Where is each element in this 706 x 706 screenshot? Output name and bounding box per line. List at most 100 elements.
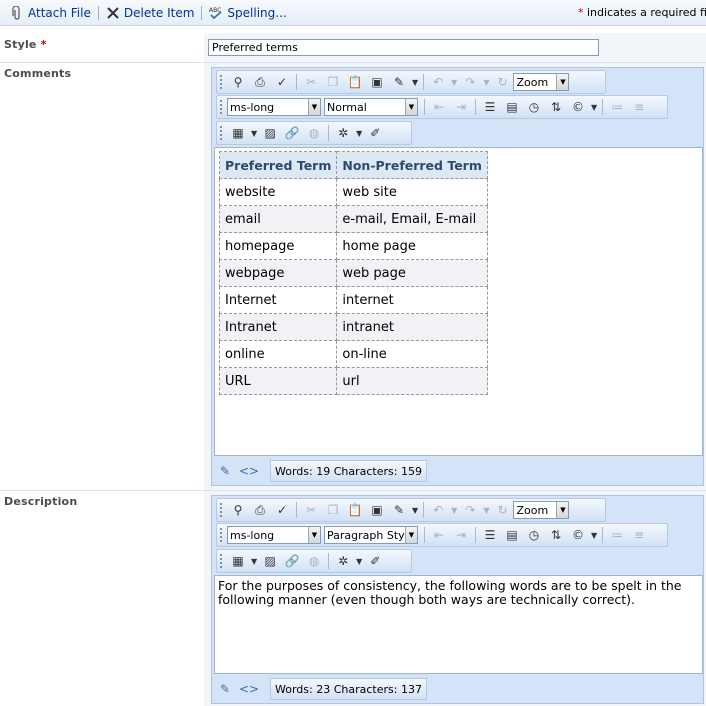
block-style-select[interactable]: Paragraph Style ▼ [324,526,418,544]
table-cell[interactable]: on-line [336,340,489,368]
print-icon[interactable]: ⎙ [250,73,270,91]
list-icon[interactable]: ☰ [480,98,500,116]
table-header-cell[interactable]: Preferred Term [218,151,338,179]
terms-table[interactable]: Preferred Term Non-Preferred Term websit… [218,151,489,395]
format-painter-icon[interactable]: ✎ [389,73,409,91]
redo-icon[interactable]: ↷ [460,73,480,91]
chevron-down-icon[interactable]: ▼ [356,557,362,566]
pencil-icon[interactable]: ✎ [216,680,234,698]
table-header-cell[interactable]: Non-Preferred Term [336,151,489,179]
paste-special-icon[interactable]: ▣ [367,501,387,519]
chevron-down-icon[interactable]: ▼ [251,557,257,566]
table-cell[interactable]: web site [336,178,489,206]
chevron-down-icon[interactable]: ▼ [451,78,457,87]
font-name-select[interactable]: ms-long ▼ [227,526,321,544]
description-edit-area[interactable]: For the purposes of consistency, the fol… [214,575,703,674]
attach-file-button[interactable]: Attach File [6,5,95,20]
bulleted-list-icon[interactable]: ≡ [629,526,649,544]
zoom-select[interactable]: Zoom ▼ [513,501,570,519]
repeat-icon[interactable]: ↻ [492,501,512,519]
spellcheck-icon[interactable]: ✓ [272,501,292,519]
remove-link-icon[interactable]: ◍ [304,124,324,142]
outdent-icon[interactable]: ⇤ [429,526,449,544]
list-icon[interactable]: ☰ [480,526,500,544]
clock-icon[interactable]: ◷ [524,98,544,116]
block-style-select[interactable]: Normal ▼ [324,98,418,116]
table-cell[interactable]: Internet [218,286,338,314]
spellcheck-icon[interactable]: ✓ [272,73,292,91]
code-icon[interactable]: <> [239,462,259,480]
paste-icon[interactable]: 📋 [345,73,365,91]
symbol-icon[interactable]: © [568,98,588,116]
table-cell[interactable]: URL [218,367,338,395]
numbered-list-icon[interactable]: ≔ [607,526,627,544]
copy-icon[interactable]: ❐ [323,73,343,91]
table-cell[interactable]: web page [336,259,489,287]
spelling-button[interactable]: ABC Spelling... [205,6,290,20]
table-cell[interactable]: webpage [218,259,338,287]
chevron-down-icon[interactable]: ▼ [591,103,597,112]
paste-special-icon[interactable]: ▣ [367,73,387,91]
table-icon[interactable]: ▦ [228,552,248,570]
redo-icon[interactable]: ↷ [460,501,480,519]
indent-icon[interactable]: ⇥ [451,526,471,544]
indent-icon[interactable]: ⇥ [451,98,471,116]
find-icon[interactable]: ⚲ [228,73,248,91]
html-tag-icon[interactable]: ✐ [365,124,385,142]
print-icon[interactable]: ⎙ [250,501,270,519]
table-cell[interactable]: homepage [218,232,338,260]
numbered-list-icon[interactable]: ≔ [607,98,627,116]
tools-icon[interactable]: ✲ [333,552,353,570]
outdent-icon[interactable]: ⇤ [429,98,449,116]
table-cell[interactable]: Intranet [218,313,338,341]
table-cell[interactable]: url [336,367,489,395]
clock-icon[interactable]: ◷ [524,526,544,544]
table-icon[interactable]: ▦ [228,124,248,142]
chevron-down-icon[interactable]: ▼ [483,78,489,87]
paste-icon[interactable]: 📋 [345,501,365,519]
undo-icon[interactable]: ↶ [428,501,448,519]
html-tag-icon[interactable]: ✐ [365,552,385,570]
image-icon[interactable]: ▨ [260,124,280,142]
copy-icon[interactable]: ❐ [323,501,343,519]
find-icon[interactable]: ⚲ [228,501,248,519]
chevron-down-icon[interactable]: ▼ [356,129,362,138]
hyperlink-icon[interactable]: 🔗 [282,552,302,570]
table-cell[interactable]: home page [336,232,489,260]
table-cell[interactable]: internet [336,286,489,314]
chevron-down-icon[interactable]: ▼ [412,78,418,87]
toolbar-separator [423,74,425,90]
tools-icon[interactable]: ✲ [333,124,353,142]
template-icon[interactable]: ▤ [502,526,522,544]
table-cell[interactable]: website [218,178,338,206]
font-name-select[interactable]: ms-long ▼ [227,98,321,116]
remove-link-icon[interactable]: ◍ [304,552,324,570]
sort-icon[interactable]: ⇅ [546,526,566,544]
image-icon[interactable]: ▨ [260,552,280,570]
chevron-down-icon[interactable]: ▼ [412,506,418,515]
symbol-icon[interactable]: © [568,526,588,544]
table-cell[interactable]: email [218,205,338,233]
table-cell[interactable]: online [218,340,338,368]
comments-edit-area[interactable]: Preferred Term Non-Preferred Term websit… [214,147,703,456]
delete-item-button[interactable]: Delete Item [102,6,199,20]
table-cell[interactable]: e-mail, Email, E-mail [336,205,489,233]
chevron-down-icon[interactable]: ▼ [483,506,489,515]
chevron-down-icon[interactable]: ▼ [591,531,597,540]
repeat-icon[interactable]: ↻ [492,73,512,91]
cut-icon[interactable]: ✂ [301,501,321,519]
template-icon[interactable]: ▤ [502,98,522,116]
zoom-select[interactable]: Zoom ▼ [513,73,570,91]
style-input[interactable] [208,39,599,56]
pencil-icon[interactable]: ✎ [216,462,234,480]
hyperlink-icon[interactable]: 🔗 [282,124,302,142]
chevron-down-icon[interactable]: ▼ [451,506,457,515]
sort-icon[interactable]: ⇅ [546,98,566,116]
bulleted-list-icon[interactable]: ≡ [629,98,649,116]
table-cell[interactable]: intranet [336,313,489,341]
cut-icon[interactable]: ✂ [301,73,321,91]
undo-icon[interactable]: ↶ [428,73,448,91]
format-painter-icon[interactable]: ✎ [389,501,409,519]
chevron-down-icon[interactable]: ▼ [251,129,257,138]
code-icon[interactable]: <> [239,680,259,698]
